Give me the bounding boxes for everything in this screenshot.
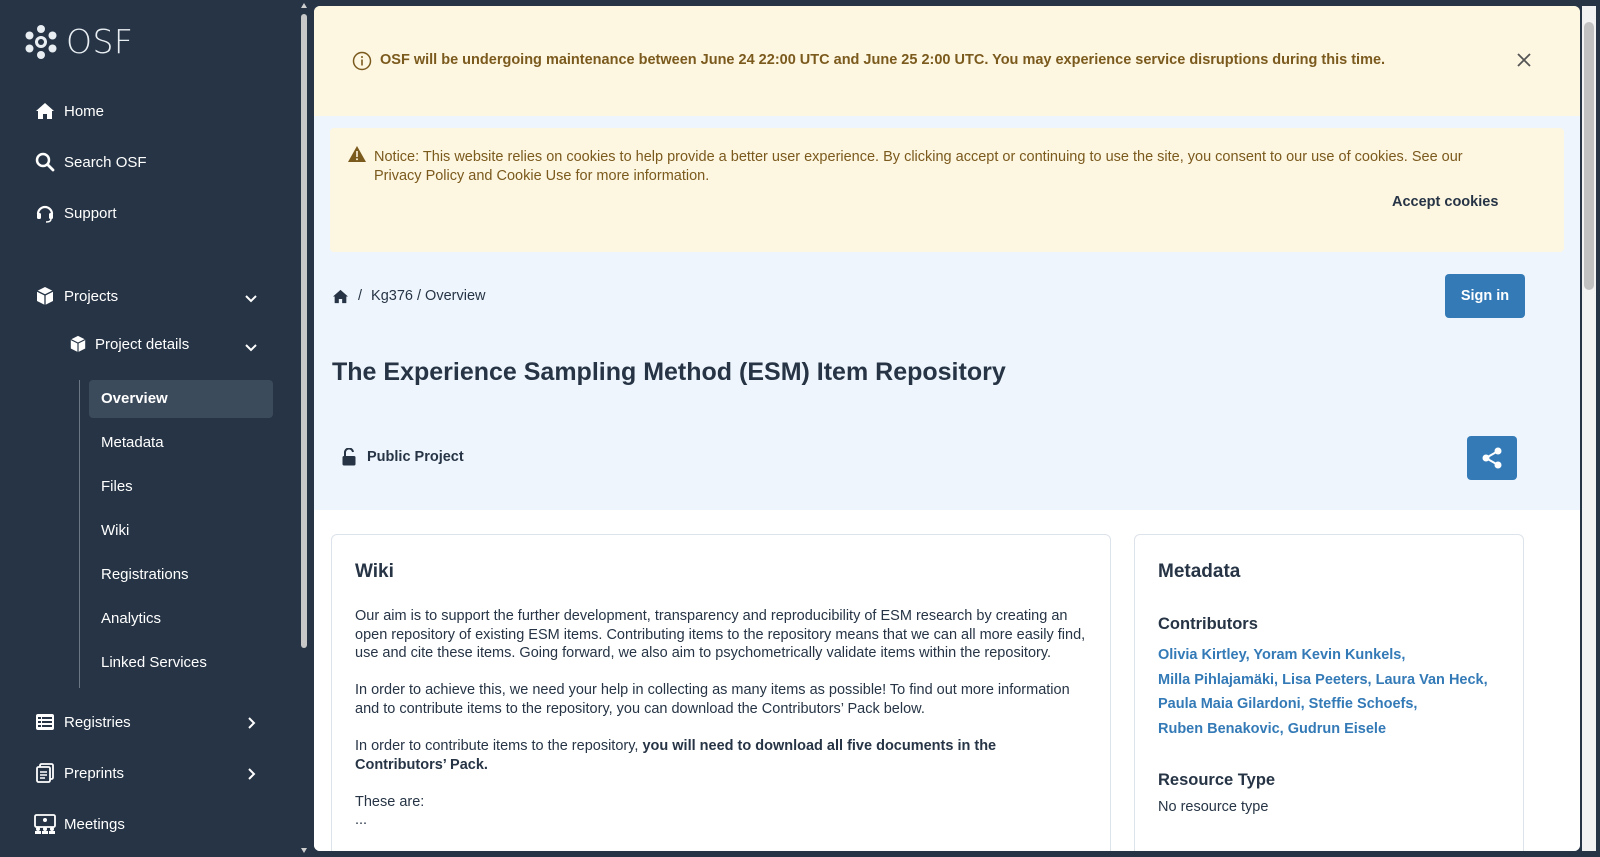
wiki-heading: Wiki <box>355 561 394 582</box>
sidebar-item-registrations[interactable]: Registrations <box>89 556 273 594</box>
sidebar-item-overview[interactable]: Overview <box>89 380 273 418</box>
contributor-line[interactable]: Ruben Benakovic, Gudrun Eisele <box>1158 717 1508 742</box>
metadata-card: Metadata Contributors Olivia Kirtley, Yo… <box>1134 534 1524 851</box>
breadcrumb: / Kg376 / Overview <box>332 288 485 304</box>
breadcrumb-project[interactable]: Kg376 / Overview <box>371 288 485 304</box>
cube-icon <box>68 334 88 354</box>
nav-preprints[interactable]: Preprints <box>34 762 124 784</box>
wiki-paragraph: In order to achieve this, we need your h… <box>355 682 1070 717</box>
osf-logo[interactable]: OSF <box>24 22 133 61</box>
nav-home[interactable]: Home <box>34 100 104 122</box>
resource-type-heading: Resource Type <box>1158 771 1276 789</box>
nav-meetings[interactable]: Meetings <box>34 813 125 835</box>
chevron-right-icon[interactable] <box>244 716 258 730</box>
contributors-heading: Contributors <box>1158 615 1258 633</box>
nav-support-label: Support <box>64 204 117 222</box>
metadata-heading: Metadata <box>1158 561 1241 582</box>
headset-icon <box>34 202 56 224</box>
warning-icon <box>348 146 366 162</box>
cookie-notice-text: Notice: This website relies on cookies t… <box>374 149 1463 184</box>
contributor-line[interactable]: Paula Maia Gilardoni, Steffie Schoefs, <box>1158 692 1508 717</box>
sidebar-item-metadata[interactable]: Metadata <box>89 424 273 462</box>
nav-project-details[interactable]: Project details <box>68 334 189 354</box>
share-icon <box>1482 447 1502 469</box>
wiki-paragraph: Our aim is to support the further develo… <box>355 608 1086 661</box>
wiki-card: Wiki Our aim is to support the further d… <box>331 534 1111 851</box>
osf-logo-icon <box>25 24 57 59</box>
registries-icon <box>34 711 56 733</box>
wiki-paragraph: In order to contribute items to the repo… <box>355 737 1091 774</box>
wiki-paragraph: These are: <box>355 794 425 810</box>
sidebar-scroll-thumb[interactable] <box>301 14 307 648</box>
nav-meetings-label: Meetings <box>64 815 125 833</box>
lock-open-icon <box>342 448 356 466</box>
nav-projects-label: Projects <box>64 287 119 305</box>
nav-search-label: Search OSF <box>64 153 147 171</box>
visibility-badge: Public Project <box>342 448 464 466</box>
cube-icon <box>34 285 56 307</box>
meetings-icon <box>34 813 56 835</box>
visibility-label: Public Project <box>367 449 464 465</box>
search-icon <box>34 151 56 173</box>
wiki-paragraph: ... <box>355 812 368 828</box>
sidebar-item-wiki[interactable]: Wiki <box>89 512 273 550</box>
nav-home-label: Home <box>64 102 105 120</box>
resource-type-value: No resource type <box>1158 799 1269 815</box>
main-scroll-thumb[interactable] <box>1584 22 1594 290</box>
contributor-line[interactable]: Olivia Kirtley, Yoram Kevin Kunkels, <box>1158 643 1508 668</box>
chevron-down-icon[interactable] <box>244 340 258 354</box>
contributors-list: Olivia Kirtley, Yoram Kevin Kunkels, Mil… <box>1158 643 1508 741</box>
logo-text: OSF <box>66 22 134 61</box>
maintenance-banner: OSF will be undergoing maintenance betwe… <box>314 6 1580 116</box>
page-title: The Experience Sampling Method (ESM) Ite… <box>332 358 1006 386</box>
close-icon[interactable] <box>1516 52 1532 68</box>
nav-projects[interactable]: Projects <box>34 285 118 307</box>
sidebar-scroll-down[interactable] <box>301 848 307 853</box>
nav-project-details-label: Project details <box>95 335 190 353</box>
nav-preprints-label: Preprints <box>64 764 125 782</box>
sidebar-scroll-up[interactable] <box>301 3 307 8</box>
sidebar-item-analytics[interactable]: Analytics <box>89 600 273 638</box>
maintenance-text: OSF will be undergoing maintenance betwe… <box>380 52 1386 68</box>
share-button[interactable] <box>1467 436 1517 480</box>
nav-registries[interactable]: Registries <box>34 711 131 733</box>
accept-cookies-button[interactable]: Accept cookies <box>1392 194 1498 210</box>
cookie-banner: Notice: This website relies on cookies t… <box>330 128 1564 252</box>
chevron-down-icon[interactable] <box>244 291 258 305</box>
tree-line <box>79 380 80 688</box>
sidebar: OSF Home Search OSF Support Projects Pro… <box>0 0 300 857</box>
main-panel: OSF will be undergoing maintenance betwe… <box>314 6 1580 851</box>
chevron-right-icon[interactable] <box>244 767 258 781</box>
nav-search[interactable]: Search OSF <box>34 151 147 173</box>
sign-in-button[interactable]: Sign in <box>1445 274 1525 318</box>
home-icon[interactable] <box>332 289 349 304</box>
home-icon <box>34 100 56 122</box>
info-icon <box>352 51 372 71</box>
nav-registries-label: Registries <box>64 713 131 731</box>
nav-support[interactable]: Support <box>34 202 117 224</box>
sidebar-item-files[interactable]: Files <box>89 468 273 506</box>
wiki-text: In order to contribute items to the repo… <box>355 738 643 754</box>
breadcrumb-separator: / <box>358 288 363 304</box>
sidebar-item-linked-services[interactable]: Linked Services <box>89 644 273 682</box>
preprints-icon <box>34 762 56 784</box>
contributor-line[interactable]: Milla Pihlajamäki, Lisa Peeters, Laura V… <box>1158 668 1508 693</box>
